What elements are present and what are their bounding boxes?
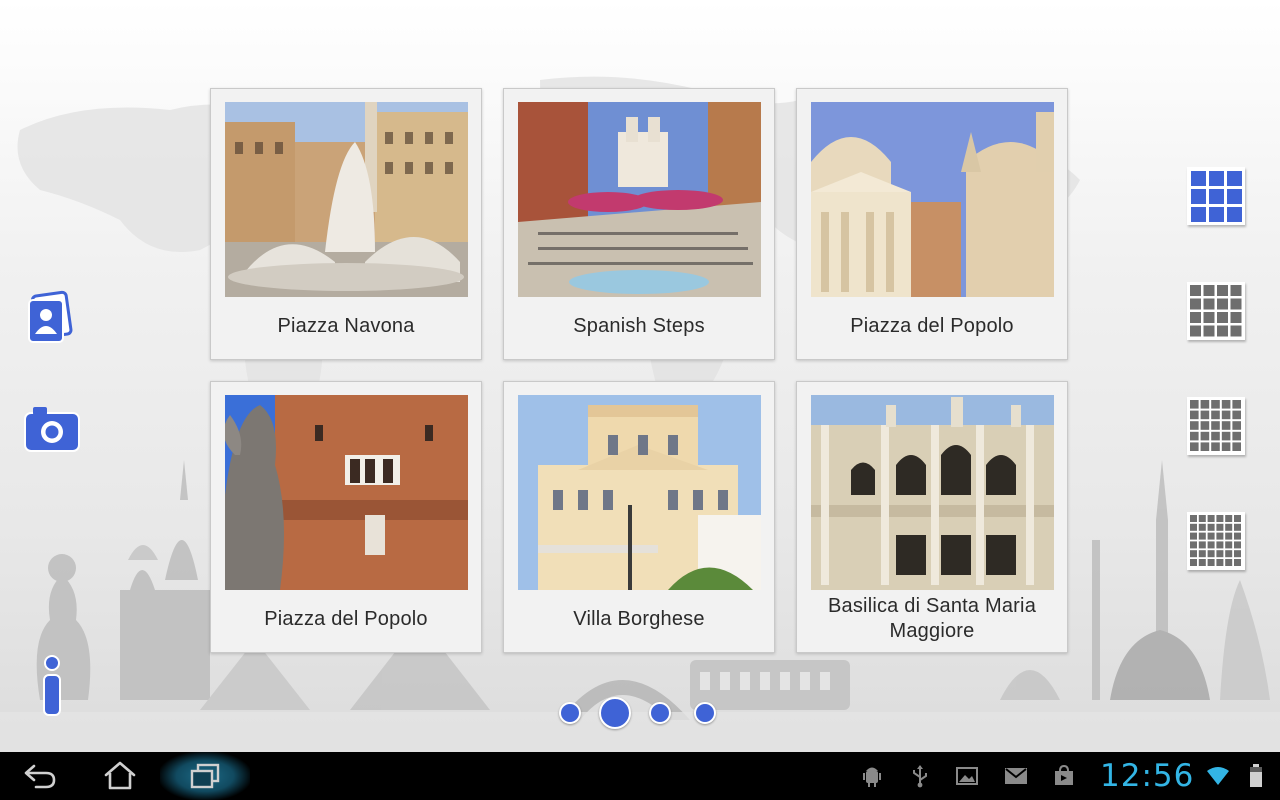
grid-size-button-5x5[interactable] [1186,396,1246,456]
gallery-notification-icon[interactable] [955,764,979,788]
place-photo [225,102,468,297]
gmail-icon[interactable] [1004,764,1028,788]
place-photo [811,102,1054,297]
usb-icon[interactable] [908,764,932,788]
album-button[interactable] [22,287,82,347]
place-photo [518,395,761,590]
info-icon [43,655,61,716]
place-title: Piazza del Popolo [264,607,428,630]
grid-5x5-icon [1187,397,1245,455]
store-notification-icon[interactable] [1052,764,1076,788]
camera-button[interactable] [22,398,82,458]
battery-icon[interactable] [1244,764,1268,788]
place-title: Villa Borghese [573,607,705,630]
place-title: Spanish Steps [573,314,705,337]
home-button[interactable] [80,752,160,800]
grid-3x3-icon [1187,167,1245,225]
page-dot-4[interactable] [694,702,716,724]
recent-apps-icon [190,763,220,789]
page-dot-1[interactable] [559,702,581,724]
place-photo [225,395,468,590]
camera-icon [24,407,80,452]
back-button[interactable] [0,752,80,800]
grid-6x6-icon [1187,512,1245,570]
page-dot-3[interactable] [649,702,671,724]
home-icon [104,761,136,790]
back-icon [24,764,56,789]
info-button[interactable] [22,655,82,716]
wifi-icon[interactable] [1206,764,1230,788]
place-card-piazza-navona[interactable]: Piazza Navona [210,88,482,360]
page-dot-2-current[interactable] [599,697,631,729]
place-card-spanish-steps[interactable]: Spanish Steps [503,88,775,360]
place-title: Piazza del Popolo [850,314,1014,337]
place-card-santa-maria-maggiore[interactable]: Basilica di Santa Maria Maggiore [796,381,1068,653]
place-card-villa-borghese[interactable]: Villa Borghese [503,381,775,653]
clock[interactable]: 12:56 [1100,758,1204,794]
recent-apps-button[interactable] [160,752,250,800]
grid-size-button-4x4[interactable] [1186,281,1246,341]
grid-size-button-3x3[interactable] [1186,166,1246,226]
system-bar: 12:56 [0,752,1280,800]
grid-size-button-6x6[interactable] [1186,511,1246,571]
grid-4x4-icon [1187,282,1245,340]
android-debug-icon[interactable] [860,764,884,788]
album-icon [28,290,73,343]
place-title: Piazza Navona [277,314,415,337]
place-photo [811,395,1054,590]
place-title: Basilica di Santa Maria Maggiore [827,595,1037,642]
place-photo [518,102,761,297]
place-card-piazza-del-popolo-2[interactable]: Piazza del Popolo [210,381,482,653]
place-card-piazza-del-popolo[interactable]: Piazza del Popolo [796,88,1068,360]
